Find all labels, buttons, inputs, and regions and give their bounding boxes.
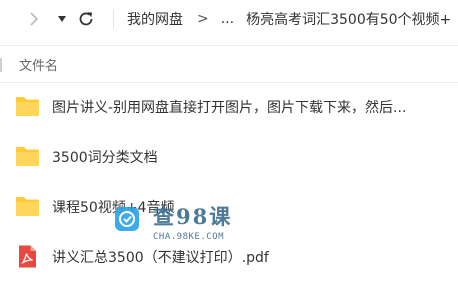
- toolbar-divider: [113, 9, 114, 29]
- column-header-filename[interactable]: 文件名: [19, 55, 58, 74]
- caret-down-icon: [58, 16, 66, 22]
- chevron-right-icon: [30, 12, 39, 26]
- refresh-icon: [79, 12, 93, 26]
- folder-icon: [16, 197, 39, 216]
- file-name: 图片讲义-别用网盘直接打开图片，图片下载下来，然后...: [52, 100, 407, 116]
- file-list-header: 文件名: [0, 45, 458, 83]
- breadcrumb-separator: >: [197, 11, 209, 27]
- watermark-title: 查98课: [153, 204, 233, 229]
- forward-button[interactable]: [23, 8, 45, 30]
- folder-icon: [16, 97, 39, 116]
- watermark-url: CHA.98KE.COM: [153, 232, 225, 242]
- breadcrumb-ellipsis[interactable]: ...: [221, 11, 234, 27]
- file-row-folder[interactable]: 图片讲义-别用网盘直接打开图片，图片下载下来，然后...: [0, 87, 458, 127]
- file-name: 讲义汇总3500（不建议打印）.pdf: [52, 250, 269, 266]
- header-edge-marker: [0, 58, 2, 72]
- refresh-button[interactable]: [75, 8, 97, 30]
- toolbar: 我的网盘 > ... 杨亮高考词汇3500有50个视频+: [0, 0, 458, 38]
- history-dropdown-button[interactable]: [51, 8, 73, 30]
- breadcrumb: 我的网盘 > ... 杨亮高考词汇3500有50个视频+: [127, 0, 458, 38]
- folder-icon: [16, 147, 39, 166]
- watermark-logo: 查98课 CHA.98KE.COM: [113, 200, 243, 248]
- file-name: 3500词分类文档: [52, 150, 158, 166]
- breadcrumb-root[interactable]: 我的网盘: [127, 9, 183, 29]
- watermark-badge-icon: [115, 207, 139, 231]
- breadcrumb-current: 杨亮高考词汇3500有50个视频+: [246, 12, 452, 28]
- pdf-file-icon: [19, 245, 36, 268]
- file-row-folder[interactable]: 3500词分类文档: [0, 137, 458, 177]
